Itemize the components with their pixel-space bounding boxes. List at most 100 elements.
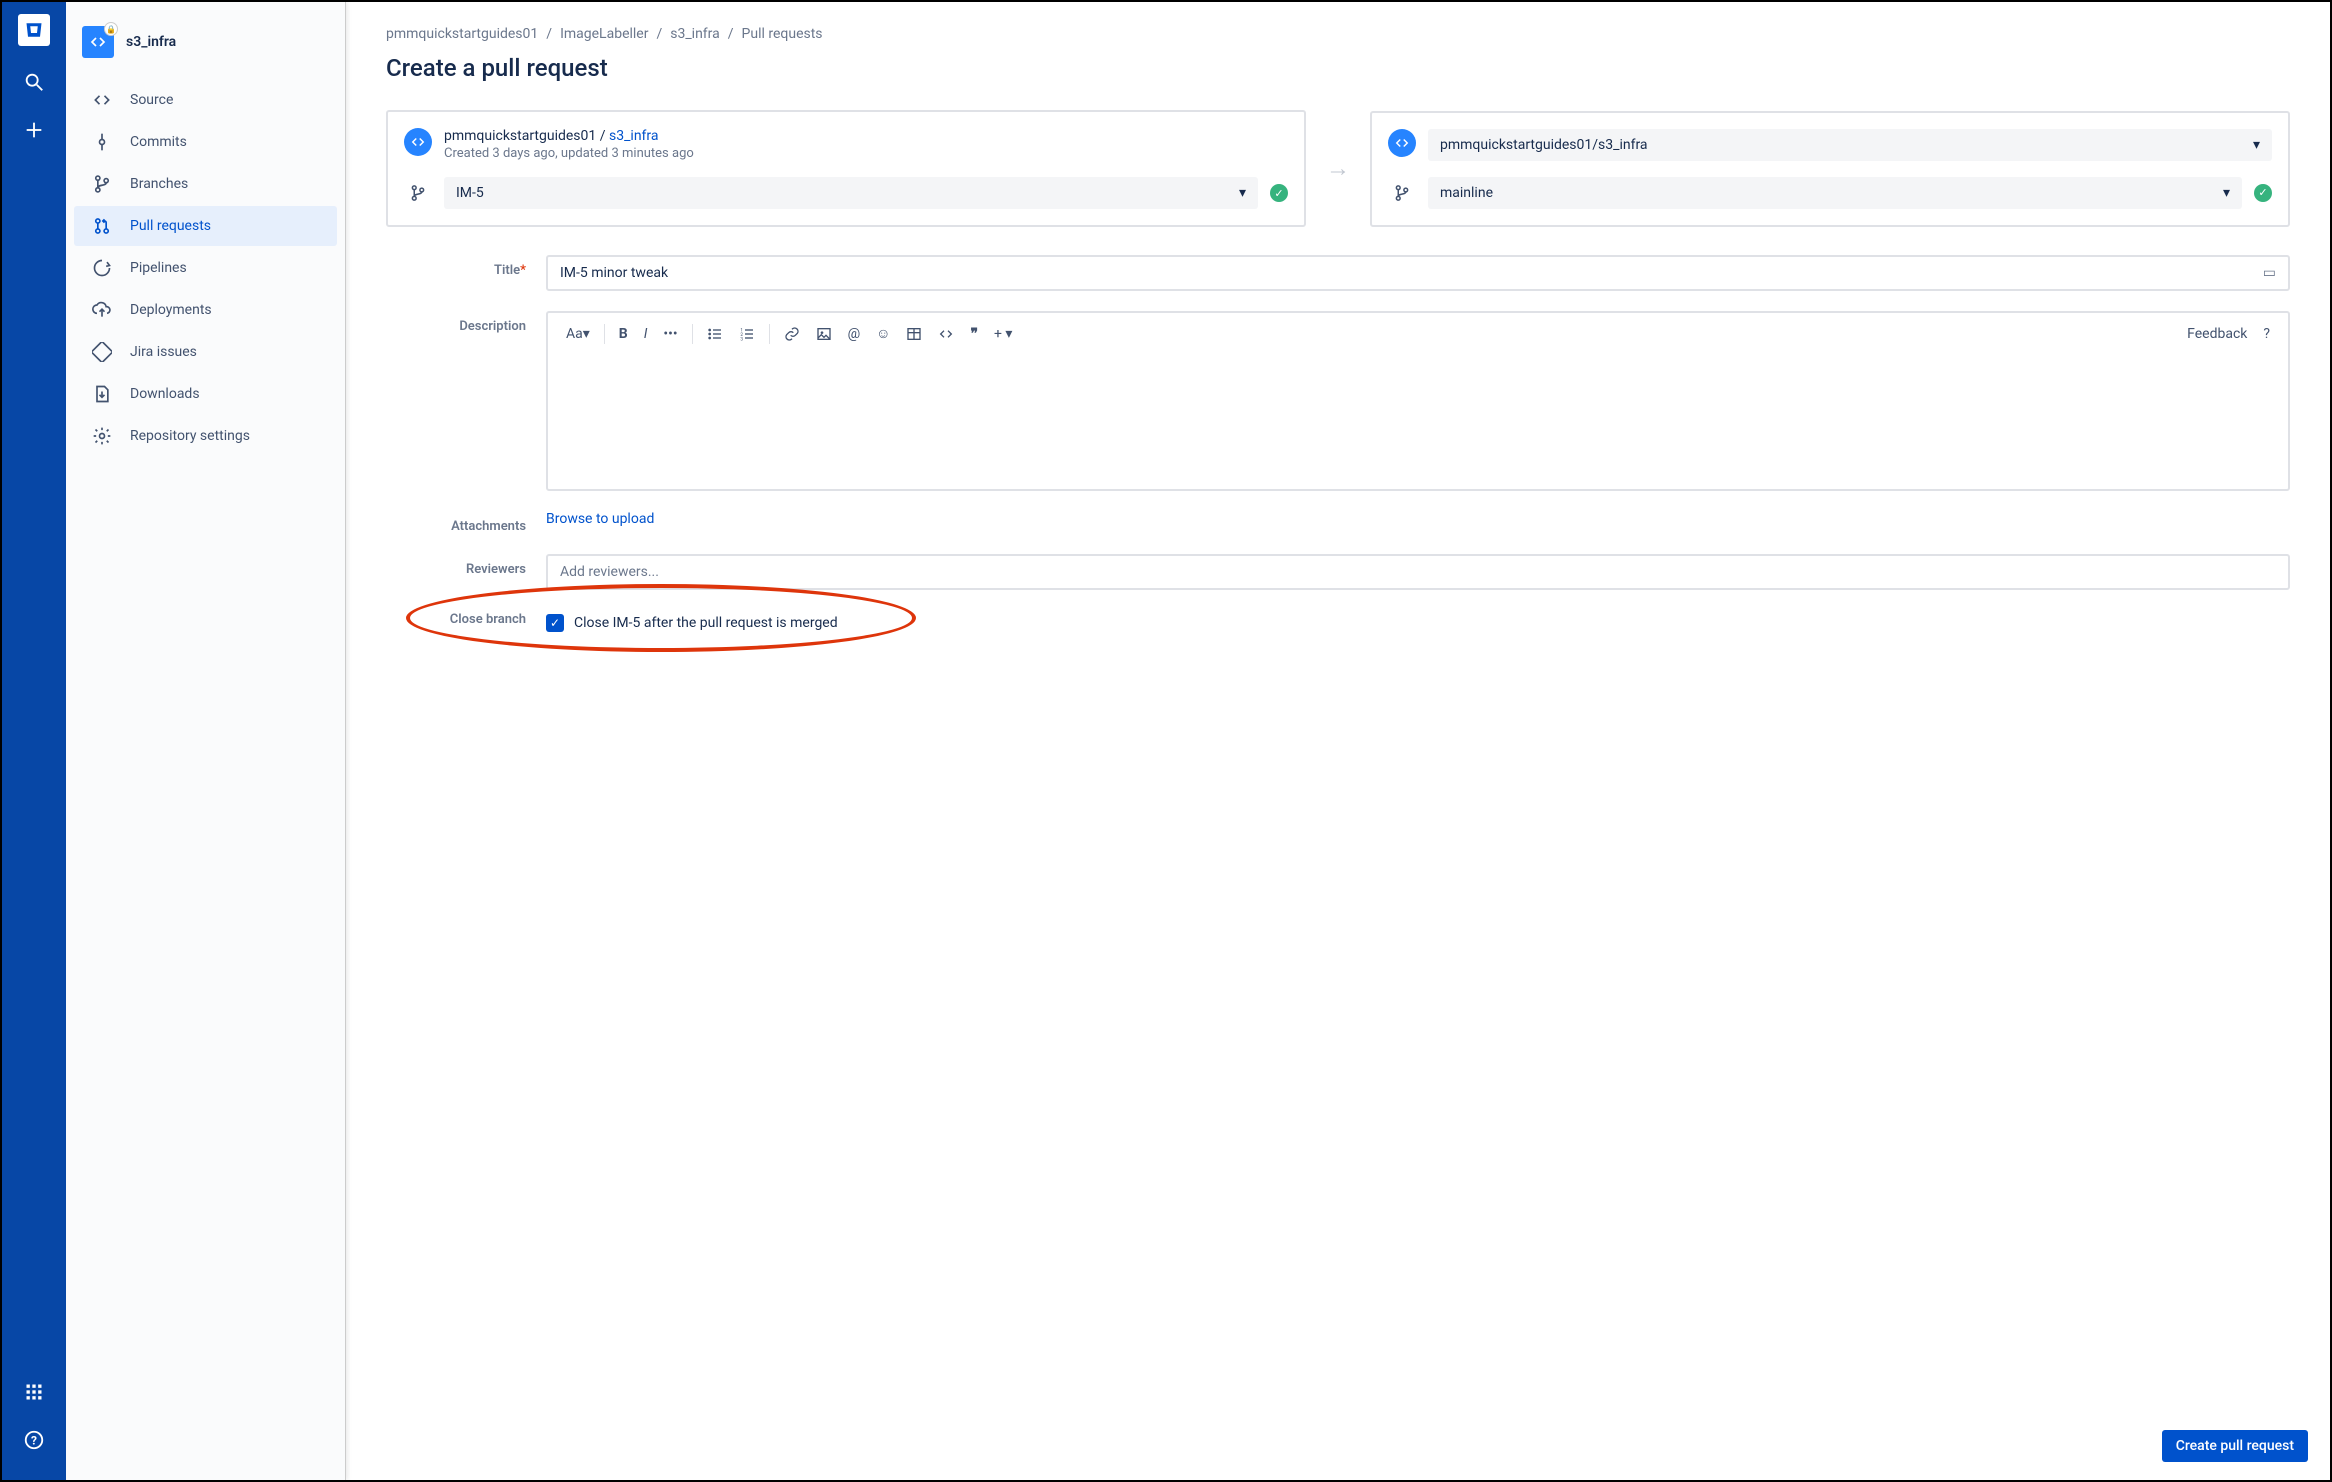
bold-button[interactable]: B xyxy=(613,322,634,346)
destination-branch-card: pmmquickstartguides01/s3_infra ▾ mainlin… xyxy=(1370,111,2290,227)
italic-button[interactable]: I xyxy=(638,322,654,346)
arrow-right-icon: → xyxy=(1326,154,1350,183)
insert-more-button[interactable]: + ▾ xyxy=(988,322,1018,346)
source-branch-select[interactable]: IM-5 ▾ xyxy=(444,177,1258,209)
downloads-icon xyxy=(90,382,114,406)
editor-toolbar: Aa ▾ B I ••• 123 @ ☺ xyxy=(548,313,2288,355)
contact-card-icon[interactable]: ▭ xyxy=(2263,265,2276,281)
chevron-down-icon: ▾ xyxy=(1239,185,1246,201)
reviewers-label: Reviewers xyxy=(386,554,546,590)
title-label: Title* xyxy=(386,255,546,291)
source-branch-card: pmmquickstartguides01 / s3_infra Created… xyxy=(386,110,1306,227)
sidebar-item-jira-issues[interactable]: Jira issues xyxy=(74,332,337,372)
text-styles-button[interactable]: Aa ▾ xyxy=(560,322,596,346)
create-pull-request-button[interactable]: Create pull request xyxy=(2162,1430,2308,1462)
source-repo-link[interactable]: s3_infra xyxy=(609,128,659,144)
emoji-button[interactable]: ☺ xyxy=(870,321,896,346)
repo-name: s3_infra xyxy=(126,34,176,50)
sidebar-item-pull-requests[interactable]: Pull requests xyxy=(74,206,337,246)
apps-button[interactable] xyxy=(14,1372,54,1412)
global-nav-rail: ? xyxy=(2,2,66,1480)
sidebar-item-deployments[interactable]: Deployments xyxy=(74,290,337,330)
description-label: Description xyxy=(386,311,546,491)
nav-label: Downloads xyxy=(130,386,200,402)
chevron-down-icon: ▾ xyxy=(2253,137,2260,153)
table-icon xyxy=(906,326,922,342)
crumb-sep: / xyxy=(728,26,734,42)
dest-repo-value: pmmquickstartguides01/s3_infra xyxy=(1440,137,1648,153)
attachments-label: Attachments xyxy=(386,511,546,534)
source-branch-value: IM-5 xyxy=(456,185,484,201)
repo-sidebar: 🔒 s3_infra Source Commits Branches Pull … xyxy=(66,2,346,1480)
quote-button[interactable]: ❞ xyxy=(964,322,984,346)
image-button[interactable] xyxy=(810,322,838,346)
more-formatting-button[interactable]: ••• xyxy=(657,322,683,346)
sidebar-item-source[interactable]: Source xyxy=(74,80,337,120)
description-editor[interactable]: Aa ▾ B I ••• 123 @ ☺ xyxy=(546,311,2290,491)
search-button[interactable] xyxy=(14,62,54,102)
close-branch-checkbox[interactable]: ✓ xyxy=(546,614,564,632)
code-icon xyxy=(90,34,106,50)
dest-repo-avatar xyxy=(1388,129,1416,157)
close-branch-text: Close IM-5 after the pull request is mer… xyxy=(574,615,838,631)
code-icon xyxy=(938,326,954,342)
nav-label: Commits xyxy=(130,134,187,150)
repo-avatar: 🔒 xyxy=(82,26,114,58)
dest-status-success-icon: ✓ xyxy=(2254,184,2272,202)
branches-icon xyxy=(90,172,114,196)
link-icon xyxy=(784,326,800,342)
bitbucket-logo[interactable] xyxy=(18,14,50,46)
main-content: pmmquickstartguides01 / ImageLabeller / … xyxy=(346,2,2330,1480)
reviewers-placeholder: Add reviewers... xyxy=(560,564,659,580)
sidebar-item-downloads[interactable]: Downloads xyxy=(74,374,337,414)
title-value: IM-5 minor tweak xyxy=(560,265,668,281)
title-input[interactable]: IM-5 minor tweak ▭ xyxy=(546,255,2290,291)
search-icon xyxy=(23,71,45,93)
crumb-sep: / xyxy=(656,26,662,42)
help-icon: ? xyxy=(23,1429,45,1451)
dest-branch-value: mainline xyxy=(1440,185,1493,201)
app-switcher-icon xyxy=(24,1382,44,1402)
code-icon xyxy=(411,135,425,149)
plus-icon xyxy=(23,119,45,141)
crumb-section[interactable]: Pull requests xyxy=(742,26,823,42)
image-icon xyxy=(816,326,832,342)
branch-icon xyxy=(404,184,432,202)
crumb-owner[interactable]: pmmquickstartguides01 xyxy=(386,26,538,42)
help-button[interactable]: ? xyxy=(14,1420,54,1460)
nav-label: Source xyxy=(130,92,173,108)
nav-label: Pipelines xyxy=(130,260,187,276)
bullet-list-button[interactable] xyxy=(701,322,729,346)
branch-icon xyxy=(1388,184,1416,202)
mention-button[interactable]: @ xyxy=(842,322,867,346)
title-row: Title* IM-5 minor tweak ▭ xyxy=(386,255,2290,291)
editor-help-button[interactable]: ? xyxy=(2257,322,2276,346)
source-status-success-icon: ✓ xyxy=(1270,184,1288,202)
dest-branch-select[interactable]: mainline ▾ xyxy=(1428,177,2242,209)
source-icon xyxy=(90,88,114,112)
feedback-link[interactable]: Feedback xyxy=(2181,322,2253,346)
close-branch-row: Close branch ✓ Close IM-5 after the pull… xyxy=(386,610,2290,636)
table-button[interactable] xyxy=(900,322,928,346)
link-button[interactable] xyxy=(778,322,806,346)
attachments-row: Attachments Browse to upload xyxy=(386,511,2290,534)
nav-label: Jira issues xyxy=(130,344,197,360)
svg-text:?: ? xyxy=(31,1434,37,1448)
browse-upload-link[interactable]: Browse to upload xyxy=(546,511,654,527)
sidebar-item-branches[interactable]: Branches xyxy=(74,164,337,204)
source-meta: Created 3 days ago, updated 3 minutes ag… xyxy=(444,146,694,161)
crumb-repo[interactable]: s3_infra xyxy=(670,26,720,42)
create-button[interactable] xyxy=(14,110,54,150)
dest-repo-select[interactable]: pmmquickstartguides01/s3_infra ▾ xyxy=(1428,129,2272,161)
nav-label: Repository settings xyxy=(130,428,250,444)
code-button[interactable] xyxy=(932,322,960,346)
sidebar-item-pipelines[interactable]: Pipelines xyxy=(74,248,337,288)
repo-header[interactable]: 🔒 s3_infra xyxy=(66,18,345,78)
crumb-project[interactable]: ImageLabeller xyxy=(560,26,648,42)
sidebar-item-commits[interactable]: Commits xyxy=(74,122,337,162)
sidebar-item-repository-settings[interactable]: Repository settings xyxy=(74,416,337,456)
gear-icon xyxy=(90,424,114,448)
reviewers-input[interactable]: Add reviewers... xyxy=(546,554,2290,590)
lock-icon: 🔒 xyxy=(104,22,118,36)
numbered-list-button[interactable]: 123 xyxy=(733,322,761,346)
